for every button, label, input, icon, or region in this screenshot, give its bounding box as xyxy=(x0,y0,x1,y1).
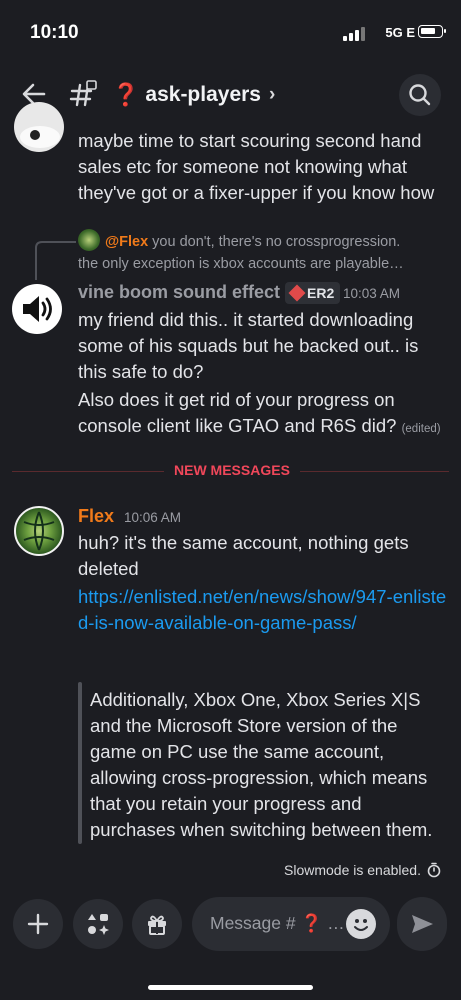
plus-icon xyxy=(27,913,49,935)
message-link[interactable]: https://enlisted.net/en/news/show/947-en… xyxy=(78,584,448,636)
add-attachment-button[interactable] xyxy=(13,899,63,949)
reply-avatar xyxy=(78,229,100,251)
message-timestamp: 10:06 AM xyxy=(124,510,182,525)
message-input[interactable]: Message # ❓ … xyxy=(192,897,390,951)
composer-bar: Message # ❓ … xyxy=(0,886,461,1000)
stopwatch-icon xyxy=(427,862,441,878)
message-input-placeholder: Message # ❓ … xyxy=(210,913,345,934)
smiley-icon xyxy=(354,919,368,931)
reply-mention: @Flex xyxy=(105,234,149,250)
slowmode-notice: Slowmode is enabled. xyxy=(284,862,441,878)
tag-label: ER2 xyxy=(307,285,335,301)
channel-emoji: ❓ xyxy=(112,82,140,107)
status-time: 10:10 xyxy=(30,22,79,43)
send-icon xyxy=(412,915,433,933)
blockquote-text: Additionally, Xbox One, Xbox Series X|S … xyxy=(90,689,433,840)
gift-button[interactable] xyxy=(132,899,182,949)
blockquote-bar xyxy=(78,682,82,844)
send-button[interactable] xyxy=(397,897,447,951)
author-name[interactable]: Flex xyxy=(78,506,114,527)
channel-header: ❓ ask-players › xyxy=(0,62,461,128)
avatar[interactable] xyxy=(12,284,62,334)
edited-label: (edited) xyxy=(401,423,441,435)
thread-hash-icon xyxy=(69,80,97,107)
new-messages-label: NEW MESSAGES xyxy=(164,462,300,478)
cellular-signal-icon xyxy=(343,27,365,41)
search-button[interactable] xyxy=(399,74,441,116)
slowmode-text: Slowmode is enabled. xyxy=(284,862,421,878)
message-text-part: Also does it get rid of your progress on… xyxy=(78,389,397,436)
reply-text-continued: the only exception is xbox accounts are … xyxy=(78,256,404,272)
channel-title[interactable]: ❓ ask-players › xyxy=(112,82,275,108)
apps-button[interactable] xyxy=(73,899,123,949)
gift-icon xyxy=(148,915,166,935)
avatar[interactable] xyxy=(14,102,64,152)
chevron-right-icon: › xyxy=(269,84,276,105)
channel-name: ask-players xyxy=(145,83,261,106)
network-type: 5G E xyxy=(385,25,415,40)
reply-text: you don't, there's no crossprogression. xyxy=(148,234,401,250)
home-indicator xyxy=(148,985,313,990)
battery-icon xyxy=(418,25,446,38)
message-text: maybe time to start scouring second hand… xyxy=(78,130,435,203)
speaker-icon xyxy=(23,296,52,322)
tag-icon xyxy=(288,284,306,302)
placeholder-suffix: … xyxy=(322,913,345,933)
message-text: my friend did this.. it started download… xyxy=(78,309,419,382)
author-name[interactable]: vine boom sound effect xyxy=(78,282,280,303)
search-icon xyxy=(409,84,431,106)
emoji-button[interactable] xyxy=(346,909,376,939)
message-timestamp: 10:03 AM xyxy=(343,286,401,301)
melon-pattern xyxy=(23,511,55,551)
reply-preview[interactable]: @Flex you don't, there's no crossprogres… xyxy=(105,231,450,253)
message-text: Also does it get rid of your progress on… xyxy=(78,387,453,442)
placeholder-prefix: Message # xyxy=(210,913,301,933)
role-tag[interactable]: ER2 xyxy=(285,282,341,304)
status-bar: 10:10 5G E xyxy=(0,0,461,62)
message-text: huh? it's the same account, nothing gets… xyxy=(78,532,409,579)
reply-connector xyxy=(35,241,76,280)
avatar[interactable] xyxy=(14,506,64,556)
apps-icon xyxy=(88,914,109,935)
placeholder-emoji: ❓ xyxy=(300,913,323,933)
